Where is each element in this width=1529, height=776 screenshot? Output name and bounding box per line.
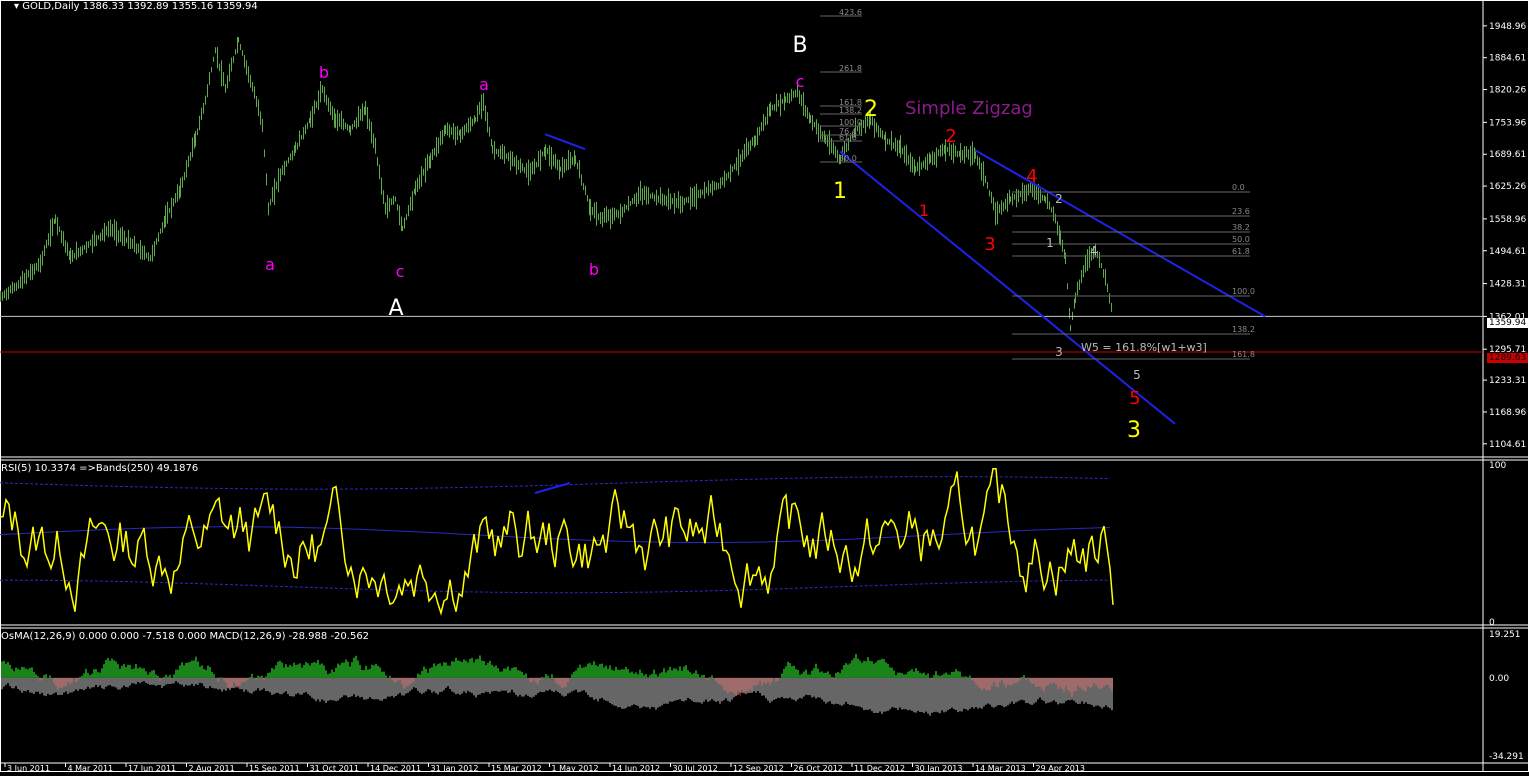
osma-tick-label: 0.00 <box>1489 674 1509 684</box>
wave-label-A: A <box>388 296 403 321</box>
rsi-tick-label: 100 <box>1489 461 1506 471</box>
window-frame <box>0 0 1529 772</box>
wave-label-w5: 5 <box>1133 368 1141 382</box>
wave-label-y1: 1 <box>833 179 847 204</box>
osma-tick-label: -34.291 <box>1489 752 1524 762</box>
fib-label-1: 423.6 <box>839 8 862 17</box>
rsi-title: RSI(5) 10.3374 =>Bands(250) 49.1876 <box>1 463 199 474</box>
fib-label-1: 138.2 <box>839 106 862 115</box>
chart-window: 1948.96 1884.61 1820.26 1753.96 1689.61 1625.… <box>0 0 1529 773</box>
symbol-name: GOLD,Daily <box>22 1 80 12</box>
time-tick-label: 31 Jan 2012 <box>431 764 479 772</box>
fib-label-2: 23.6 <box>1232 207 1250 216</box>
price-tick-label: 1884.61 <box>1489 54 1526 64</box>
wave-label-y3: 3 <box>1127 418 1141 443</box>
price-tick-label: 1428.31 <box>1489 280 1526 290</box>
wave-label-r1: 1 <box>919 201 929 220</box>
price-tick-label: 1625.26 <box>1489 182 1526 192</box>
time-tick-label: 30 Jul 2012 <box>673 764 718 772</box>
wave-label-w3: 3 <box>1055 345 1063 359</box>
ohlc-values: 1386.33 1392.89 1355.16 1359.94 <box>82 1 258 12</box>
time-tick-label: 4 Mar 2011 <box>68 764 114 772</box>
wave-label-c3: c <box>796 72 805 91</box>
time-tick-label: 17 Jun 2011 <box>128 764 176 772</box>
time-tick-label: 11 Dec 2012 <box>854 764 905 772</box>
fib-label-2: 161.8 <box>1232 350 1255 359</box>
fib-label-2: 61.8 <box>1232 247 1250 256</box>
chart-canvas[interactable]: 1948.96 1884.61 1820.26 1753.96 1689.61 1625.… <box>0 0 1529 773</box>
osma-tick-label: 19.251 <box>1489 630 1521 640</box>
w5-formula-annotation: W5 = 161.8%[w1+w3] <box>1081 341 1207 354</box>
wave-label-r4: 4 <box>1026 166 1037 187</box>
time-tick-label: 1 May 2012 <box>552 764 599 772</box>
fib-label-2: 38.2 <box>1232 223 1250 232</box>
wave-label-b2: b <box>589 260 599 279</box>
wave-label-r2: 2 <box>945 126 956 147</box>
rsi-line <box>0 467 1114 616</box>
rsi-lower-band <box>0 579 1111 594</box>
price-tick-label: 1753.96 <box>1489 118 1526 128</box>
wave-label-r3: 3 <box>984 234 995 255</box>
fib-label-2: 50.0 <box>1232 235 1250 244</box>
trendline-main <box>544 133 586 151</box>
wave-label-r5: 5 <box>1129 388 1140 409</box>
fib-label-1: 100.0 <box>839 118 862 127</box>
time-tick-label: 14 Mar 2013 <box>975 764 1026 772</box>
time-tick-label: 14 Jun 2012 <box>612 764 660 772</box>
rsi-tick-label: 0 <box>1489 618 1495 628</box>
time-tick-label: 31 Oct 2011 <box>310 764 359 772</box>
time-tick-label: 3 Jun 2011 <box>7 764 50 772</box>
current-price-badge: 1359.94 <box>1487 318 1529 328</box>
fib-label-1: 61.8 <box>839 133 857 142</box>
symbol-title: ▾ GOLD,Daily 1386.33 1392.89 1355.16 135… <box>14 1 258 12</box>
wave-label-a2: a <box>479 75 489 94</box>
wave-label-y2: 2 <box>864 97 878 122</box>
time-tick-label: 15 Sep 2011 <box>249 764 300 772</box>
price-tick-label: 1558.96 <box>1489 215 1526 225</box>
symbol-dropdown-icon[interactable]: ▾ <box>14 1 19 12</box>
fib-label-2: 100.0 <box>1232 287 1255 296</box>
rsi-trendline <box>534 482 571 494</box>
fib-label-2: 138.2 <box>1232 325 1255 334</box>
simple-zigzag-annotation: Simple Zigzag <box>905 98 1033 119</box>
fib-label-1: 261.8 <box>839 64 862 73</box>
channel-upper-line <box>974 149 1266 318</box>
fib-label-1: 50.0 <box>839 154 857 163</box>
price-series <box>0 36 1112 332</box>
target-price-badge: 1289.63 <box>1487 353 1529 363</box>
price-tick-label: 1168.96 <box>1489 408 1526 418</box>
wave-label-w4: 4 <box>1090 244 1098 258</box>
price-tick-label: 1948.96 <box>1489 22 1526 32</box>
fib-label-2: 0.0 <box>1232 183 1245 192</box>
price-tick-label: 1820.26 <box>1489 86 1526 96</box>
price-tick-label: 1233.31 <box>1489 376 1526 386</box>
wave-label-w1: 1 <box>1046 236 1054 250</box>
time-tick-label: 26 Oct 2012 <box>794 764 843 772</box>
time-tick-label: 14 Dec 2011 <box>370 764 421 772</box>
wave-label-a1: a <box>265 255 275 274</box>
macd-histogram <box>1 677 1113 716</box>
osma-title: OsMA(12,26,9) 0.000 0.000 -7.518 0.000 M… <box>1 631 370 642</box>
wave-label-c1: c <box>396 262 405 281</box>
time-tick-label: 29 Apr 2013 <box>1036 764 1085 772</box>
time-tick-label: 30 Jan 2013 <box>915 764 963 772</box>
wave-label-w2: 2 <box>1055 192 1063 206</box>
wave-label-B: B <box>792 33 807 58</box>
time-tick-label: 2 Aug 2011 <box>189 764 235 772</box>
price-tick-label: 1494.61 <box>1489 247 1526 257</box>
wave-label-b1: b <box>319 63 329 82</box>
price-tick-label: 1104.61 <box>1489 440 1526 450</box>
price-tick-label: 1689.61 <box>1489 150 1526 160</box>
time-tick-label: 12 Sep 2012 <box>733 764 784 772</box>
time-tick-label: 15 Mar 2012 <box>491 764 542 772</box>
